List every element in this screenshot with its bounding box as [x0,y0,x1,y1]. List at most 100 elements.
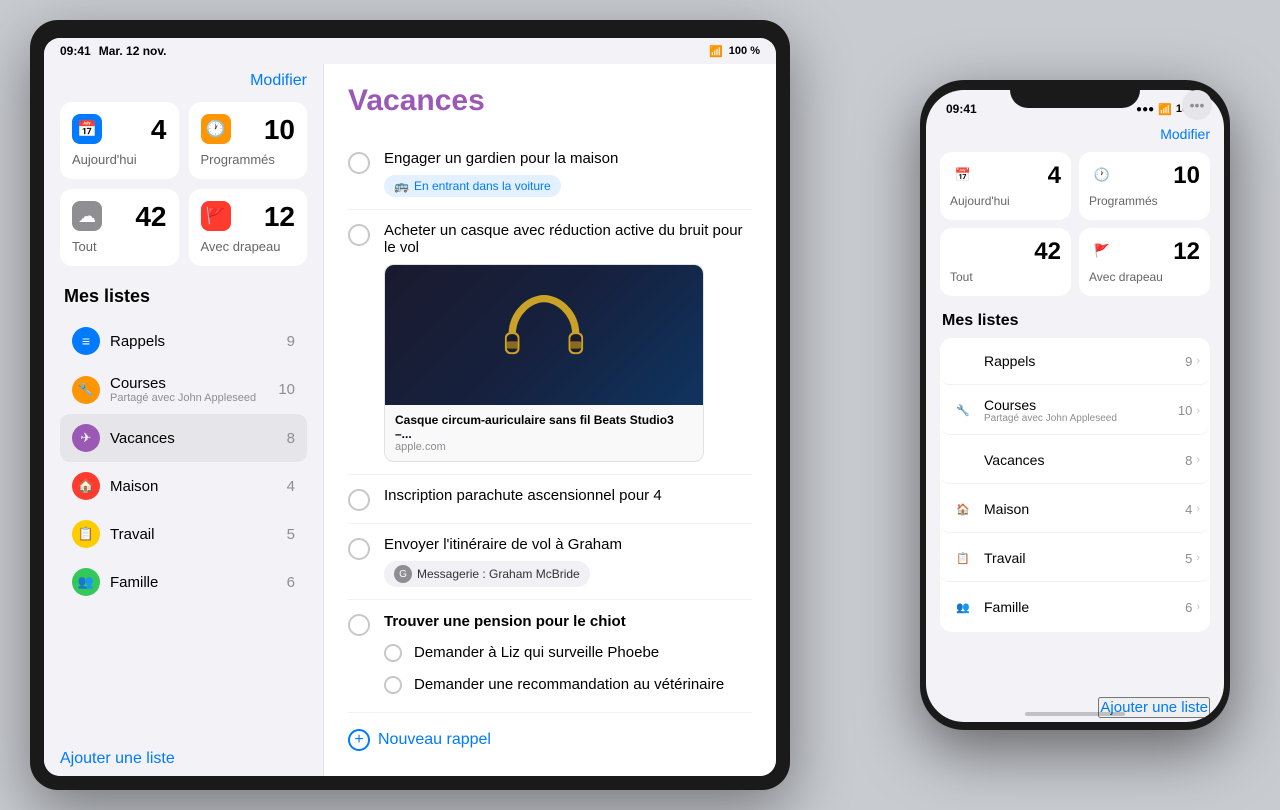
sidebar-item-maison[interactable]: 🏠 Maison 4 [60,462,307,510]
scheduled-count: 10 [264,114,295,146]
new-reminder-button[interactable]: + Nouveau rappel [348,713,752,767]
famille-icon: 👥 [72,568,100,596]
attachment-card[interactable]: Casque circum-auriculaire sans fil Beats… [384,264,704,462]
all-icon: ☁ [72,201,102,231]
iphone-travail-chevron: › [1196,552,1200,564]
sub-reminder-2: Demander une recommandation au vétérinai… [348,668,752,700]
iphone-vacances-count: 8 [1185,453,1192,468]
stat-card-scheduled[interactable]: 🕐 10 Programmés [189,102,308,179]
reminder-5-checkbox[interactable] [348,614,370,636]
iphone-list-items: ≡ Rappels 9 › 🔧 [940,338,1210,632]
reminder-3-title: Inscription parachute ascensionnel pour … [384,487,752,504]
mes-listes-title: Mes listes [60,286,307,307]
new-reminder-label: Nouveau rappel [378,731,491,749]
reminder-3-checkbox[interactable] [348,489,370,511]
reminder-2-checkbox[interactable] [348,224,370,246]
iphone-stat-scheduled[interactable]: 🕐 10 Programmés [1079,152,1210,220]
iphone-rappels-name: Rappels [984,353,1185,369]
iphone-header: Modifier [940,126,1210,142]
iphone-wifi-icon: 📶 [1158,103,1172,116]
today-label: Aujourd'hui [72,152,167,167]
iphone-item-famille[interactable]: 👥 Famille 6 › [940,584,1210,630]
sidebar-item-rappels[interactable]: ≡ Rappels 9 [60,317,307,365]
iphone-mes-listes-title: Mes listes [940,312,1210,330]
reminder-4-tag[interactable]: G Messagerie : Graham McBride [384,561,590,587]
iphone-item-maison[interactable]: 🏠 Maison 4 › [940,486,1210,533]
stat-card-today[interactable]: 📅 4 Aujourd'hui [60,102,179,179]
travail-count: 5 [287,526,295,543]
sub-reminder-1: Demander à Liz qui surveille Phoebe [348,636,752,668]
modifier-button[interactable]: Modifier [250,72,307,90]
all-label: Tout [72,239,167,254]
sub-reminder-2-checkbox[interactable] [384,676,402,694]
reminder-1-title: Engager un gardien pour la maison [384,150,752,167]
iphone-flagged-count: 12 [1173,238,1200,266]
stat-card-all[interactable]: ☁ 42 Tout [60,189,179,266]
vacances-name: Vacances [110,430,287,447]
iphone-flagged-icon: 🚩 [1089,238,1115,264]
flagged-icon: 🚩 [201,201,231,231]
sub-reminder-1-checkbox[interactable] [384,644,402,662]
scene: 09:41 Mar. 12 nov. 📶 100 % Modifier [0,0,1280,810]
iphone-famille-name: Famille [984,599,1185,615]
iphone-rappels-icon: ≡ [950,348,976,374]
sidebar-item-courses[interactable]: 🔧 Courses Partagé avec John Appleseed 10 [60,365,307,414]
iphone-stats-grid: 📅 4 Aujourd'hui 🕐 10 Programmés [940,152,1210,296]
sub-reminder-1-text: Demander à Liz qui surveille Phoebe [414,644,659,661]
iphone-scheduled-count: 10 [1173,162,1200,190]
attachment-image [385,265,703,405]
iphone-vacances-chevron: › [1196,454,1200,466]
sidebar-item-famille[interactable]: 👥 Famille 6 [60,558,307,606]
iphone-all-count: 42 [1034,238,1061,266]
iphone-famille-chevron: › [1196,601,1200,613]
iphone-home-indicator [1025,712,1125,716]
flagged-label: Avec drapeau [201,239,296,254]
maison-name: Maison [110,478,287,495]
maison-count: 4 [287,478,295,495]
maison-icon: 🏠 [72,472,100,500]
plus-circle-icon: + [348,729,370,751]
sidebar-item-vacances[interactable]: ✈ Vacances 8 [60,414,307,462]
scheduled-icon: 🕐 [201,114,231,144]
reminder-2: Acheter un casque avec réduction active … [348,210,752,475]
add-list-button[interactable]: Ajouter une liste [60,750,175,768]
iphone-maison-name: Maison [984,501,1185,517]
iphone-stat-all[interactable]: ☁ 42 Tout [940,228,1071,296]
iphone-maison-count: 4 [1185,502,1192,517]
attachment-title: Casque circum-auriculaire sans fil Beats… [395,413,693,441]
iphone-maison-icon: 🏠 [950,496,976,522]
ellipsis-button[interactable]: ••• [1182,90,1212,120]
iphone-travail-icon: 📋 [950,545,976,571]
iphone-item-travail[interactable]: 📋 Travail 5 › [940,535,1210,582]
sidebar-item-travail[interactable]: 📋 Travail 5 [60,510,307,558]
travail-icon: 📋 [72,520,100,548]
vacances-count: 8 [287,430,295,447]
reminder-4: Envoyer l'itinéraire de vol à Graham G M… [348,524,752,600]
stat-card-flagged[interactable]: 🚩 12 Avec drapeau [189,189,308,266]
iphone-item-vacances[interactable]: ✈ Vacances 8 › [940,437,1210,484]
famille-name: Famille [110,574,287,591]
iphone-signal-icon: ●●● [1136,104,1154,115]
iphone-stat-flagged[interactable]: 🚩 12 Avec drapeau [1079,228,1210,296]
iphone-modifier-button[interactable]: Modifier [1160,126,1210,142]
iphone-item-rappels[interactable]: ≡ Rappels 9 › [940,338,1210,385]
reminder-1-tag[interactable]: 🚌 En entrant dans la voiture [384,175,561,197]
iphone-maison-chevron: › [1196,503,1200,515]
rappels-name: Rappels [110,333,287,350]
ipad-status-right: 📶 100 % [709,45,760,58]
iphone-content: Modifier 📅 4 Aujourd'hui 🕐 10 [926,120,1224,689]
vacances-icon: ✈ [72,424,100,452]
travail-name: Travail [110,526,287,543]
reminder-4-title: Envoyer l'itinéraire de vol à Graham [384,536,752,553]
reminder-4-checkbox[interactable] [348,538,370,560]
reminder-5-title: Trouver une pension pour le chiot [384,613,752,630]
iphone-item-courses[interactable]: 🔧 Courses Partagé avec John Appleseed 10… [940,387,1210,435]
reminder-1: Engager un gardien pour la maison 🚌 En e… [348,138,752,210]
iphone-device: 09:41 ●●● 📶 100% Modifier 📅 4 [920,80,1230,730]
iphone-screen: 09:41 ●●● 📶 100% Modifier 📅 4 [926,90,1224,722]
sub-reminder-2-text: Demander une recommandation au vétérinai… [414,676,724,693]
reminder-1-checkbox[interactable] [348,152,370,174]
reminder-5: Trouver une pension pour le chiot Demand… [348,600,752,713]
iphone-all-label: Tout [950,270,973,284]
iphone-stat-today[interactable]: 📅 4 Aujourd'hui [940,152,1071,220]
